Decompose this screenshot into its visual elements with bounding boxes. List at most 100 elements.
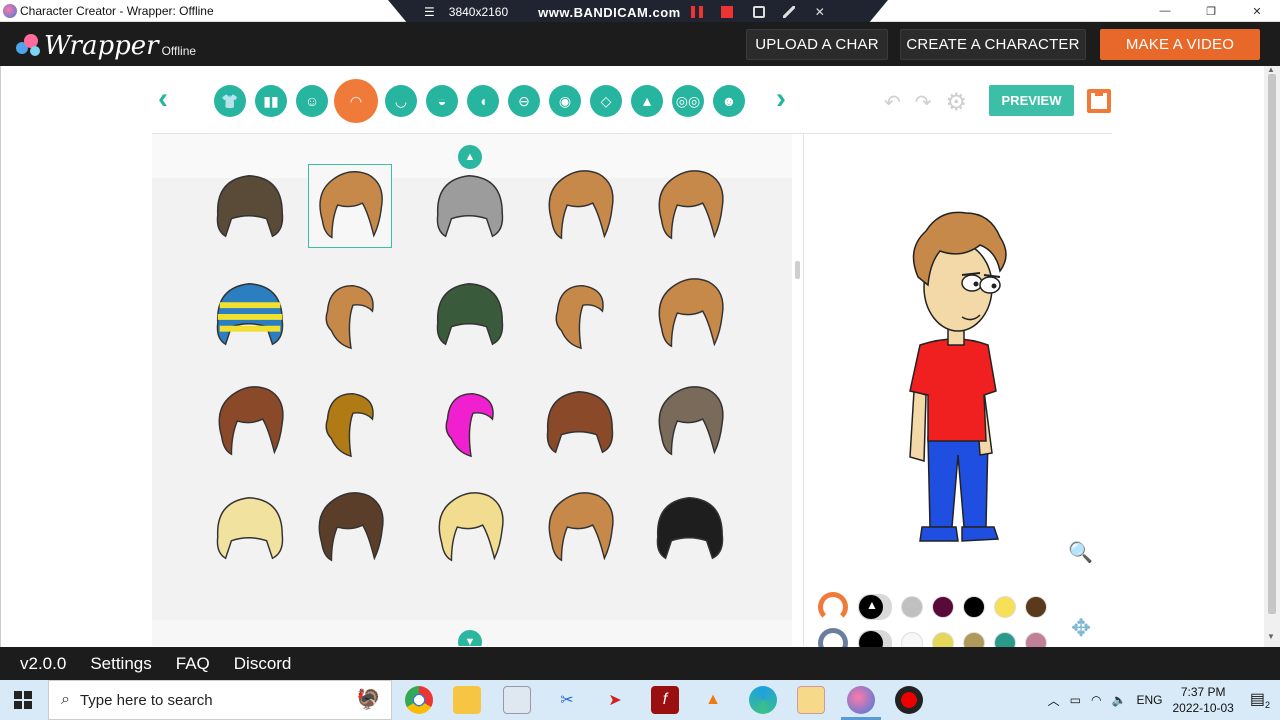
recorder-overlay: ☰ 3840x2160 www.BANDICAM.com ✕: [388, 0, 888, 24]
tray-chevron-icon[interactable]: ︿: [1048, 692, 1060, 709]
scrollbar-thumb[interactable]: [1268, 74, 1276, 614]
file-explorer-icon[interactable]: [453, 686, 481, 714]
stop-icon[interactable]: [720, 6, 733, 18]
pen-icon[interactable]: [782, 6, 795, 18]
category-prev-icon[interactable]: ‹: [158, 84, 168, 114]
hair-option-side[interactable]: [308, 380, 392, 464]
hair-option-long[interactable]: [308, 272, 392, 356]
create-character-button[interactable]: CREATE A CHARACTER: [900, 29, 1086, 60]
hair-color-swatch[interactable]: [901, 596, 923, 618]
hair-color-swatch[interactable]: [1025, 596, 1047, 618]
close-recorder-icon[interactable]: ✕: [815, 5, 825, 19]
category-tab-pants[interactable]: ▮▮: [255, 85, 287, 117]
notification-count: 2: [1264, 700, 1270, 711]
notifications-icon[interactable]: ▤2: [1250, 689, 1270, 710]
eyebrow-icon: ⊖: [518, 92, 530, 109]
beard-icon: ◡: [394, 92, 408, 109]
category-tab-eye[interactable]: ◉: [549, 85, 581, 117]
hair-option-bob[interactable]: [648, 164, 732, 248]
edge-icon[interactable]: [749, 686, 777, 714]
chrome-icon[interactable]: [405, 686, 433, 714]
hair-part-thumb[interactable]: [818, 592, 848, 622]
category-tab-beard[interactable]: ◡: [385, 85, 417, 117]
hair-option-pigtails[interactable]: [538, 164, 622, 248]
redo-icon[interactable]: ↷: [915, 90, 932, 115]
app-window-icon[interactable]: [503, 686, 531, 714]
page-scrollbar[interactable]: ▲ ▼: [1264, 65, 1280, 647]
camera-icon[interactable]: [752, 6, 765, 18]
category-tab-glasses[interactable]: ◎◎: [672, 85, 704, 117]
bandicam-taskbar-icon[interactable]: [895, 686, 923, 714]
hair-color-swatch[interactable]: [932, 596, 954, 618]
taskbar-clock[interactable]: 7:37 PM 2022-10-03: [1172, 684, 1233, 716]
hair-option-wavy[interactable]: [428, 164, 512, 248]
hair-color-swatch[interactable]: [994, 596, 1016, 618]
undo-icon[interactable]: ↶: [884, 90, 901, 115]
hair-option-messy[interactable]: [648, 272, 732, 356]
preview-button[interactable]: PREVIEW: [989, 85, 1074, 116]
category-tab-face[interactable]: ☺: [296, 85, 328, 117]
battery-icon[interactable]: ▭: [1070, 693, 1081, 707]
category-tabs: 👕 ▮▮ ☺ ◠ ◡ ◒ ◖ ⊖ ◉ ◇ ▲ ◎◎ ☻: [214, 79, 754, 123]
restore-icon[interactable]: ❐: [1188, 0, 1234, 22]
hair-option-long-pink[interactable]: [428, 380, 512, 464]
hair-option-spiky-blonde[interactable]: [428, 486, 512, 570]
settings-link[interactable]: Settings: [90, 654, 151, 674]
wrapper-taskbar-icon[interactable]: [841, 686, 881, 720]
flash-icon[interactable]: f: [651, 686, 679, 714]
window-controls: — ❐ ✕: [1142, 0, 1280, 22]
category-tab-face-accessory[interactable]: ☻: [713, 85, 745, 117]
hair-option-spiky[interactable]: [308, 164, 392, 248]
category-tab-nose[interactable]: ▲: [631, 85, 663, 117]
character-preview: [909, 211, 1007, 542]
wrapper-logo[interactable]: Wrapper Offline: [16, 28, 196, 60]
make-video-button[interactable]: MAKE A VIDEO: [1100, 29, 1260, 60]
grid-scrollbar-thumb[interactable]: [795, 261, 800, 279]
video-editor-icon[interactable]: [797, 686, 825, 714]
pause-icon[interactable]: [690, 6, 703, 18]
upload-char-button[interactable]: UPLOAD A CHAR: [746, 29, 888, 60]
hair-option-ponytail[interactable]: [538, 272, 622, 356]
color-picker-button[interactable]: ▲: [858, 594, 892, 620]
hair-option-swoop[interactable]: [308, 486, 392, 570]
hair-option-curly[interactable]: [208, 164, 292, 248]
scroll-down-icon[interactable]: ▼: [1267, 632, 1275, 641]
minimize-icon[interactable]: —: [1142, 0, 1188, 22]
menu-icon[interactable]: ☰: [424, 5, 435, 19]
hair-option-spiky-band[interactable]: [208, 380, 292, 464]
eye-shape-icon: ◇: [600, 92, 612, 109]
vlc-icon[interactable]: ▲: [699, 686, 727, 714]
taskbar-search-input[interactable]: ⌕ Type here to search 🦃: [48, 680, 392, 720]
category-next-icon[interactable]: ›: [776, 84, 786, 114]
hair-option-blonde-bob[interactable]: [208, 486, 292, 570]
category-tab-ear[interactable]: ◖: [467, 85, 499, 117]
close-icon[interactable]: ✕: [1234, 0, 1280, 22]
category-tab-mouth[interactable]: ◒: [426, 85, 458, 117]
category-tab-eyebrow[interactable]: ⊖: [508, 85, 540, 117]
hair-option-hood[interactable]: [428, 272, 512, 356]
category-tab-hair[interactable]: ◠: [334, 79, 378, 123]
category-tab-shirt[interactable]: 👕: [214, 85, 246, 117]
hair-color-swatch[interactable]: [963, 596, 985, 618]
hair-option-mop[interactable]: [538, 380, 622, 464]
volume-icon[interactable]: 🔈: [1112, 693, 1127, 707]
zoom-icon[interactable]: 🔍: [1068, 540, 1093, 565]
hair-option-cap[interactable]: [648, 380, 732, 464]
windows-start-icon[interactable]: [14, 691, 32, 709]
scroll-up-icon[interactable]: ▲: [1267, 65, 1275, 74]
hair-option-helmet[interactable]: [648, 486, 732, 570]
wifi-icon[interactable]: ◠: [1091, 693, 1101, 707]
snipping-tool-icon[interactable]: ✂: [553, 686, 581, 714]
ear-icon: ◖: [478, 93, 488, 109]
language-indicator[interactable]: ENG: [1136, 693, 1162, 707]
pants-icon: ▮▮: [263, 92, 279, 109]
category-tab-eye-shape[interactable]: ◇: [590, 85, 622, 117]
hair-option-swept[interactable]: [538, 486, 622, 570]
send-icon[interactable]: ➤: [601, 686, 629, 714]
discord-link[interactable]: Discord: [234, 654, 292, 674]
settings-gear-icon[interactable]: ⚙: [946, 88, 968, 117]
move-icon[interactable]: ✥: [1071, 614, 1091, 643]
save-icon[interactable]: [1087, 89, 1111, 113]
faq-link[interactable]: FAQ: [176, 654, 210, 674]
hair-option-hat-striped[interactable]: [208, 272, 292, 356]
